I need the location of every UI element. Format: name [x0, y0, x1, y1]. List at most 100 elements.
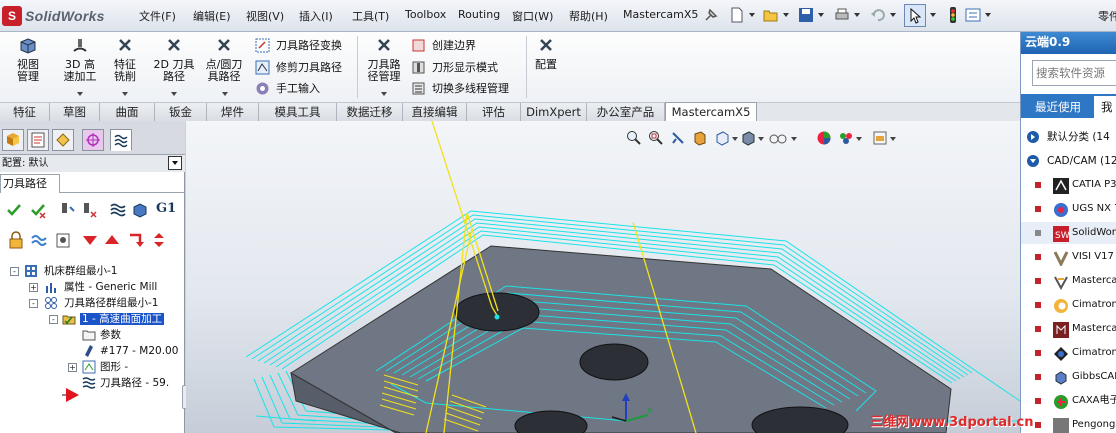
2d-toolpath-button[interactable]: 2D 刀具路径	[151, 38, 197, 83]
category-cad-cam[interactable]: CAD/CAM (12)	[1021, 150, 1116, 172]
tab-direct-editing[interactable]: 直接编辑	[403, 103, 467, 122]
chevron-down-icon[interactable]	[985, 13, 991, 17]
backplot-icon[interactable]	[58, 201, 76, 219]
expand-toggle[interactable]: +	[29, 283, 38, 292]
chevron-down-icon[interactable]	[381, 92, 387, 96]
menu-help[interactable]: 帮助(H)	[569, 8, 608, 24]
tree-item-operation-selected[interactable]: 1 - 高速曲面加工	[80, 311, 165, 327]
toggle-post-icon[interactable]	[54, 231, 72, 249]
app-item[interactable]: CAXA电子	[1021, 390, 1116, 412]
chevron-down-icon[interactable]	[818, 13, 824, 17]
tab-features[interactable]: 特征	[0, 103, 50, 122]
tab-mold-tools[interactable]: 模具工具	[259, 103, 337, 122]
transform-toolpath-button[interactable]: 刀具路径变换	[255, 36, 342, 54]
tab-evaluate[interactable]: 评估	[467, 103, 521, 122]
menu-tools[interactable]: 工具(T)	[352, 8, 389, 24]
collapse-toggle[interactable]: -	[49, 315, 58, 324]
app-item[interactable]: SW SolidWorks	[1021, 222, 1116, 244]
expand-toggle[interactable]: +	[68, 363, 77, 372]
open-folder-icon[interactable]	[762, 6, 780, 24]
dimxpert-tab[interactable]	[82, 129, 104, 151]
chevron-down-icon[interactable]	[783, 13, 789, 17]
manual-entry-button[interactable]: 手工输入	[255, 79, 320, 97]
scroll-to-insert-icon[interactable]	[150, 231, 168, 249]
3d-hsm-button[interactable]: 3D 高速加工	[58, 38, 102, 83]
toolpath-manager-button[interactable]: 刀具路径管理	[363, 38, 405, 83]
property-manager-tab[interactable]	[27, 129, 49, 151]
chevron-down-icon[interactable]	[749, 13, 755, 17]
chevron-down-icon[interactable]	[171, 92, 177, 96]
config-button[interactable]: 配置	[532, 38, 560, 71]
graphics-viewport[interactable]: x	[186, 121, 1020, 433]
chevron-down-icon[interactable]	[930, 13, 936, 17]
tree-item-toolpath-group[interactable]: 刀具路径群组最小-1	[64, 295, 158, 311]
search-input[interactable]: 搜索软件资源	[1032, 60, 1116, 86]
tree-item-geometry[interactable]: 图形 -	[100, 359, 128, 375]
config-dropdown[interactable]	[168, 156, 182, 170]
app-item[interactable]: UGS NX 7	[1021, 198, 1116, 220]
app-item[interactable]: Mastercam	[1021, 318, 1116, 340]
insert-arrow-icon[interactable]	[60, 387, 80, 403]
multithread-manager-button[interactable]: 切换多线程管理	[411, 79, 509, 97]
undo-icon[interactable]	[869, 6, 887, 24]
insert-arrow-icon[interactable]	[127, 231, 145, 249]
solidworks-logo[interactable]: S SolidWorks	[2, 4, 120, 28]
toggle-display-icon[interactable]	[30, 231, 48, 249]
tab-surfaces[interactable]: 曲面	[100, 103, 155, 122]
options-icon[interactable]	[964, 6, 982, 24]
trim-toolpath-button[interactable]: 修剪刀具路径	[255, 58, 342, 76]
stock-model-icon[interactable]	[131, 201, 149, 219]
save-icon[interactable]	[797, 6, 815, 24]
feature-tree-tab[interactable]	[2, 129, 24, 151]
menu-view[interactable]: 视图(V)	[246, 8, 284, 24]
create-boundary-button[interactable]: 创建边界	[411, 36, 476, 54]
print-icon[interactable]	[833, 6, 851, 24]
toolpath-ops-tab[interactable]: 刀具路径	[0, 174, 60, 193]
view-manager-button[interactable]: 视图管理	[8, 38, 48, 83]
verify-icon[interactable]	[80, 201, 98, 219]
tree-item-tool[interactable]: #177 - M20.00	[100, 343, 178, 359]
g1-post-icon[interactable]: G1	[156, 201, 176, 216]
tab-data-migration[interactable]: 数据迁移	[337, 103, 403, 122]
new-document-icon[interactable]	[728, 6, 746, 24]
traffic-light-icon[interactable]	[944, 6, 962, 24]
app-item[interactable]: Cimatron	[1021, 342, 1116, 364]
tab-office-products[interactable]: 办公室产品	[587, 103, 665, 122]
app-item[interactable]: Pengong	[1021, 414, 1116, 433]
tree-item-properties[interactable]: 属性 - Generic Mill	[64, 279, 157, 295]
pin-icon[interactable]	[702, 6, 720, 24]
select-tool-button[interactable]	[904, 4, 926, 27]
mastercam-tab[interactable]	[110, 129, 132, 151]
regen-dirty-icon[interactable]	[29, 201, 47, 219]
app-item[interactable]: CATIA P3	[1021, 174, 1116, 196]
chevron-down-icon[interactable]	[77, 92, 83, 96]
tab-dimxpert[interactable]: DimXpert	[521, 103, 587, 122]
menu-edit[interactable]: 编辑(E)	[193, 8, 231, 24]
menu-file[interactable]: 文件(F)	[139, 8, 176, 24]
move-up-icon[interactable]	[103, 231, 121, 249]
chevron-down-icon[interactable]	[122, 92, 128, 96]
select-all-check-icon[interactable]	[5, 201, 23, 219]
tab-sheet-metal[interactable]: 钣金	[155, 103, 207, 122]
menu-mastercam[interactable]: MastercamX5	[623, 8, 698, 21]
chevron-down-icon[interactable]	[222, 92, 228, 96]
tool-display-mode-button[interactable]: 刀形显示模式	[411, 58, 498, 76]
point-circle-toolpath-button[interactable]: 点/圆刀具路径	[203, 38, 245, 83]
menu-toolbox[interactable]: Toolbox	[405, 8, 446, 21]
tab-recent[interactable]: 最近使用	[1021, 96, 1091, 118]
menu-routing[interactable]: Routing	[458, 8, 500, 21]
tab-mine[interactable]: 我	[1094, 96, 1116, 118]
config-manager-tab[interactable]	[52, 129, 74, 151]
collapse-toggle[interactable]: -	[10, 267, 19, 276]
tab-weldments[interactable]: 焊件	[207, 103, 259, 122]
tab-sketch[interactable]: 草图	[50, 103, 100, 122]
toolpath-waves-icon[interactable]	[109, 201, 127, 219]
menu-window[interactable]: 窗口(W)	[512, 8, 553, 24]
collapse-toggle[interactable]: -	[29, 299, 38, 308]
tree-item-parameters[interactable]: 参数	[100, 327, 121, 343]
app-item[interactable]: Mastercam	[1021, 270, 1116, 292]
app-item[interactable]: Cimatron	[1021, 294, 1116, 316]
lock-icon[interactable]	[7, 231, 25, 249]
app-item[interactable]: VISI V17	[1021, 246, 1116, 268]
app-item[interactable]: GibbsCAM	[1021, 366, 1116, 388]
